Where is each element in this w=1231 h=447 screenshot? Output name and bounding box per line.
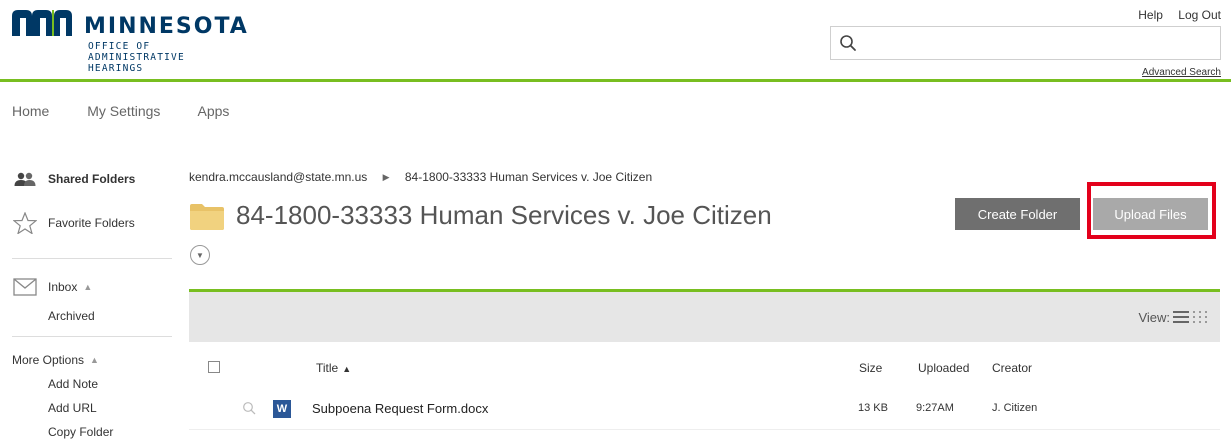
logout-link[interactable]: Log Out bbox=[1178, 8, 1221, 22]
breadcrumb-owner[interactable]: kendra.mccausland@state.mn.us bbox=[189, 170, 367, 184]
sidebar-item-inbox[interactable]: Inbox ▲ bbox=[12, 277, 92, 297]
file-panel: View: Title▲ Size Uploaded Creator W Su bbox=[189, 289, 1220, 434]
logo-subtitle-line: OFFICE OF bbox=[88, 41, 151, 52]
chevron-up-icon[interactable]: ▲ bbox=[83, 282, 92, 292]
minnesota-logo-mark bbox=[12, 10, 74, 36]
help-link[interactable]: Help bbox=[1138, 8, 1163, 22]
breadcrumb-current: 84-1800-33333 Human Services v. Joe Citi… bbox=[404, 170, 653, 184]
column-header-uploaded[interactable]: Uploaded bbox=[918, 361, 969, 375]
sidebar-divider bbox=[12, 336, 172, 337]
sidebar-option-copy-folder[interactable]: Copy Folder bbox=[48, 425, 113, 439]
mail-icon bbox=[12, 277, 38, 297]
sidebar-option-add-note[interactable]: Add Note bbox=[48, 377, 98, 391]
sidebar-label-shared-folders: Shared Folders bbox=[48, 172, 136, 186]
nav-apps[interactable]: Apps bbox=[198, 103, 230, 119]
main-nav: Home My Settings Apps bbox=[12, 103, 263, 119]
sidebar-item-shared-folders[interactable]: Shared Folders bbox=[12, 169, 135, 189]
view-label: View: bbox=[1138, 310, 1170, 325]
search-input[interactable] bbox=[863, 27, 1217, 59]
create-folder-button[interactable]: Create Folder bbox=[955, 198, 1080, 230]
advanced-search-link[interactable]: Advanced Search bbox=[1142, 67, 1221, 78]
search-box bbox=[830, 26, 1221, 60]
users-icon bbox=[12, 169, 38, 189]
sidebar-option-add-url[interactable]: Add URL bbox=[48, 401, 97, 415]
sidebar-label-inbox: Inbox bbox=[48, 280, 78, 294]
column-header-size[interactable]: Size bbox=[859, 361, 882, 375]
sidebar-item-favorite-folders[interactable]: Favorite Folders bbox=[12, 212, 135, 234]
list-view-icon[interactable] bbox=[1173, 310, 1189, 324]
sort-ascending-icon: ▲ bbox=[342, 364, 352, 374]
sidebar-divider bbox=[12, 258, 172, 259]
sidebar-label-favorite-folders: Favorite Folders bbox=[48, 216, 135, 230]
sidebar-item-archived[interactable]: Archived bbox=[48, 309, 95, 323]
logo-subtitle: OFFICE OF ADMINISTRATIVE HEARINGS bbox=[88, 41, 185, 74]
chevron-up-icon[interactable]: ▲ bbox=[90, 355, 99, 365]
sidebar-label-more-options: More Options bbox=[12, 353, 85, 367]
nav-home[interactable]: Home bbox=[12, 103, 49, 119]
table-header: Title ▲ Size Uploaded Creator bbox=[189, 342, 1220, 390]
logo-subtitle-line: ADMINISTRATIVE bbox=[88, 52, 185, 63]
chevron-down-icon[interactable]: ▼ bbox=[190, 245, 210, 265]
file-size: 13 KB bbox=[858, 402, 888, 414]
column-title-label: Title bbox=[316, 361, 339, 375]
upload-files-button[interactable]: Upload Files bbox=[1093, 198, 1208, 230]
sidebar-more-options[interactable]: More Options ▲ bbox=[12, 353, 99, 367]
file-name-link[interactable]: Subpoena Request Form.docx bbox=[312, 401, 488, 416]
page-title: 84-1800-33333 Human Services v. Joe Citi… bbox=[236, 200, 772, 230]
preview-search-icon[interactable] bbox=[242, 401, 256, 415]
logo-subtitle-line: HEARINGS bbox=[88, 63, 144, 74]
site-header: MINNESOTA OFFICE OF ADMINISTRATIVE HEARI… bbox=[0, 0, 1231, 82]
table-row[interactable]: W Subpoena Request Form.docx 13 KB 9:27A… bbox=[189, 390, 1220, 430]
grid-view-icon[interactable] bbox=[1192, 310, 1208, 324]
file-uploaded: 9:27AM bbox=[916, 402, 954, 414]
file-creator: J. Citizen bbox=[992, 402, 1038, 414]
folder-icon bbox=[190, 204, 224, 230]
chevron-right-icon: ▶ bbox=[382, 172, 390, 183]
breadcrumb: kendra.mccausland@state.mn.us ▶ 84-1800-… bbox=[189, 170, 652, 184]
column-header-creator[interactable]: Creator bbox=[992, 361, 1032, 375]
column-header-title[interactable]: Title ▲ bbox=[316, 361, 351, 375]
logo-name: MINNESOTA bbox=[84, 14, 249, 39]
top-links: Help Log Out bbox=[1126, 8, 1221, 22]
word-icon: W bbox=[273, 400, 291, 418]
search-icon[interactable] bbox=[839, 34, 857, 52]
select-all-checkbox[interactable] bbox=[208, 361, 220, 373]
nav-my-settings[interactable]: My Settings bbox=[87, 103, 160, 119]
star-icon bbox=[12, 212, 38, 234]
view-bar: View: bbox=[189, 292, 1220, 342]
